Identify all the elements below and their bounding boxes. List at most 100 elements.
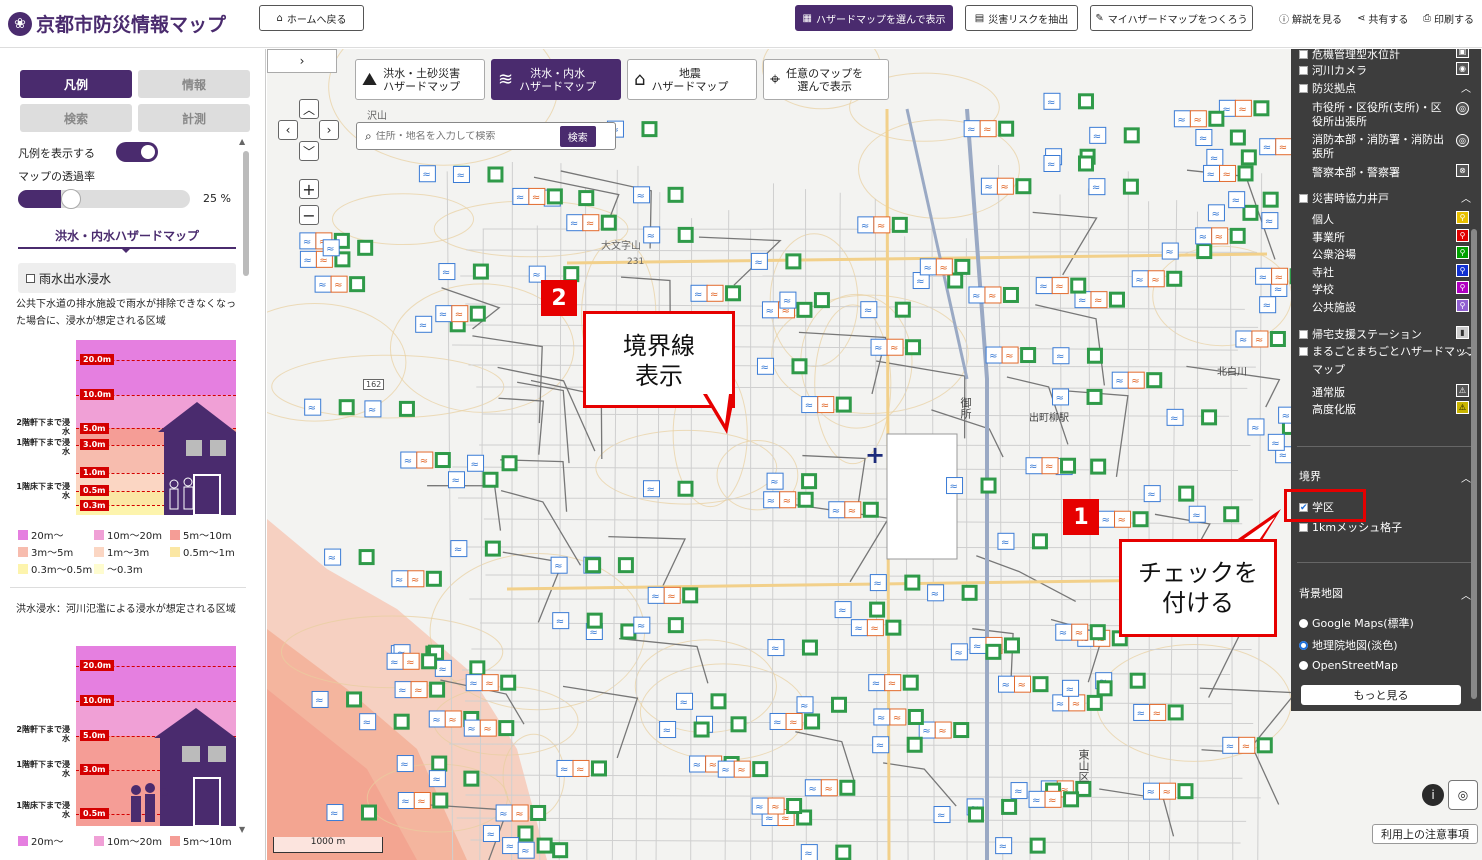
shelter-marker: ≈≈ (435, 305, 486, 323)
radio[interactable] (1299, 618, 1308, 628)
marker-shelter-inner (503, 677, 514, 688)
logo[interactable]: ❀ 京都市防災情報マップ (8, 10, 253, 37)
sidebar-scroll-thumb[interactable] (243, 151, 249, 276)
opacity-slider-handle[interactable] (61, 189, 81, 209)
shelter-marker: ≈≈ (1131, 270, 1183, 288)
hazard-select-button[interactable]: ▦ ハザードマップを選んで表示 (795, 5, 953, 31)
radio[interactable] (1299, 661, 1308, 670)
layer-wells[interactable]: 災害時協力井戸 (1299, 190, 1389, 206)
print-link[interactable]: ⎙ 印刷する (1423, 11, 1474, 26)
marker-glyph: ≈ (483, 724, 491, 735)
marker-glyph: ≈ (589, 627, 597, 638)
scroll-down-icon[interactable]: ▼ (239, 825, 245, 834)
search-button[interactable]: 検索 (559, 125, 596, 147)
basemap-google[interactable]: Google Maps(標準) (1299, 615, 1414, 631)
marker-shelter-inner (964, 587, 975, 598)
marker-shelter-inner (644, 124, 655, 135)
tab-info[interactable]: 情報 (138, 70, 250, 98)
shelter-marker: ≈≈ (763, 491, 814, 509)
marker-glyph: ≈ (303, 255, 311, 266)
checkbox[interactable] (1299, 193, 1308, 203)
marker-glyph: ≈ (395, 575, 403, 586)
locate-icon[interactable]: ◎ (1448, 780, 1478, 810)
opacity-slider-track[interactable] (18, 190, 190, 208)
pan-right-button[interactable]: › (319, 120, 339, 140)
radio-selected[interactable] (1299, 640, 1308, 650)
checkbox[interactable] (1299, 329, 1308, 339)
chevron-up-icon[interactable]: ︿ (1461, 343, 1471, 358)
checkbox[interactable] (1299, 65, 1308, 75)
marker-shelter-inner (807, 716, 818, 727)
layer-return-station[interactable]: 帰宅支援ステーション (1299, 326, 1422, 342)
layer-water-gauge[interactable]: 危機管理型水位計 (1299, 49, 1400, 62)
pan-up-button[interactable]: ︿ (299, 99, 319, 119)
marker-shelter-inner (988, 646, 999, 657)
marker-glyph: ≈ (954, 648, 962, 659)
basemap-osm[interactable]: OpenStreetMap (1299, 659, 1398, 672)
tab-measure[interactable]: 計測 (138, 104, 250, 132)
show-legend-toggle[interactable] (116, 142, 158, 162)
chevron-up-icon[interactable]: ︿ (1461, 80, 1471, 95)
layer-disaster-base[interactable]: 防災拠点 (1299, 80, 1356, 96)
camera-icon: ◉ (1456, 62, 1469, 75)
info-icon[interactable]: i (1422, 784, 1444, 806)
map-canvas[interactable]: ≈ ≈ ≈ ≈ ≈ ≈ ≈ ≈ ≈ ≈ ≈ ≈ ≈ ≈ ≈ ≈ ≈ ≈ ≈ ≈ ≈ ≈ ≈ ≈ ≈ ≈ ≈ ≈ ≈ ≈ ≈ ≈ ≈ ≈ ≈ ≈ ≈ ≈ ≈ ≈… (267, 49, 1482, 860)
marker-glyph: ≈ (560, 764, 568, 775)
pan-left-button[interactable]: ‹ (278, 120, 298, 140)
marker-shelter-inner (466, 773, 477, 784)
home-button[interactable]: ⌂ ホームへ戻る (259, 5, 364, 31)
checkbox[interactable] (1299, 346, 1308, 356)
checkbox[interactable] (1299, 522, 1308, 532)
checkbox[interactable] (1299, 83, 1308, 93)
station-icon: ▮ (1456, 326, 1469, 339)
marker-glyph: ≈ (1078, 296, 1086, 307)
my-hazard-button[interactable]: ✎ マイハザードマップをつくろう (1090, 5, 1253, 31)
tab-flood-landslide[interactable]: ⛰ 洪水・土砂災害 ハザードマップ (355, 59, 485, 100)
tab-flood-inland[interactable]: ≋ 洪水・内水 ハザードマップ (491, 59, 621, 100)
zoom-out-button[interactable]: − (299, 205, 319, 225)
marker-glyph: ≈ (781, 814, 789, 825)
street (452, 344, 1238, 351)
sidebar-scrollbar[interactable] (243, 151, 249, 831)
extract-risk-button[interactable]: ▤ 災害リスクを抽出 (965, 5, 1078, 31)
shelter-marker: ≈ (467, 454, 518, 472)
share-link[interactable]: ⋖ 共有する (1357, 11, 1408, 26)
well-marker-icon: ⚲ (1456, 246, 1469, 259)
marker-glyph: ≈ (663, 726, 671, 737)
more-button[interactable]: もっと見る (1301, 685, 1461, 705)
tab-earthquake[interactable]: ⌂ 地震 ハザードマップ (627, 59, 757, 100)
shelter-marker: ≈≈ (968, 286, 1019, 304)
scroll-up-icon[interactable]: ▲ (239, 137, 245, 146)
shelter-marker: ≈≈ (1035, 277, 1087, 295)
chevron-up-icon[interactable]: ︿ (1461, 190, 1471, 205)
notice-button[interactable]: 利用上の注意事項 (1372, 824, 1478, 844)
zoom-in-button[interactable]: + (299, 179, 319, 199)
panel-scroll-thumb[interactable] (1471, 229, 1477, 699)
tab-custom-map[interactable]: ⌖ 任意のマップを 選んで表示 (763, 59, 889, 100)
marker-shelter-inner (1135, 514, 1146, 525)
address-search-input[interactable] (375, 130, 558, 142)
basemap-gsi[interactable]: 地理院地図(淡色) (1299, 637, 1398, 653)
help-link[interactable]: ⓘ 解説を見る (1279, 11, 1342, 26)
layer-river-camera[interactable]: 河川カメラ (1299, 62, 1367, 78)
marker-shelter-inner (401, 403, 412, 414)
shelter-marker: ≈ (995, 837, 1046, 855)
tab-legend[interactable]: 凡例 (20, 70, 132, 98)
rain-checkbox-row[interactable]: 雨水出水浸水 (18, 263, 236, 293)
marker-glyph: ≈ (989, 351, 997, 362)
checkbox[interactable] (1299, 49, 1308, 59)
layer-machigoto[interactable]: まるごとまちごとハザードマップ (1299, 343, 1477, 359)
annotation-badge-2: 2 (541, 280, 577, 316)
expand-sidebar-icon[interactable]: › (267, 49, 337, 73)
marker-glyph: ≈ (469, 679, 477, 690)
chevron-up-icon[interactable]: ︿ (1461, 470, 1471, 485)
pan-down-button[interactable]: ﹀ (299, 141, 319, 161)
chevron-up-icon[interactable]: ︿ (1461, 587, 1471, 602)
tab-search[interactable]: 検索 (20, 104, 132, 132)
marker-glyph: ≈ (521, 846, 529, 857)
marker-shelter-inner (804, 642, 815, 653)
rain-description: 公共下水道の排水施設で雨水が排除できなくなった場合に、浸水が想定される区域 (16, 299, 236, 327)
rain-checkbox[interactable] (26, 273, 35, 283)
marker-shelter-inner (956, 725, 967, 736)
marker-shelter-inner (623, 626, 634, 637)
